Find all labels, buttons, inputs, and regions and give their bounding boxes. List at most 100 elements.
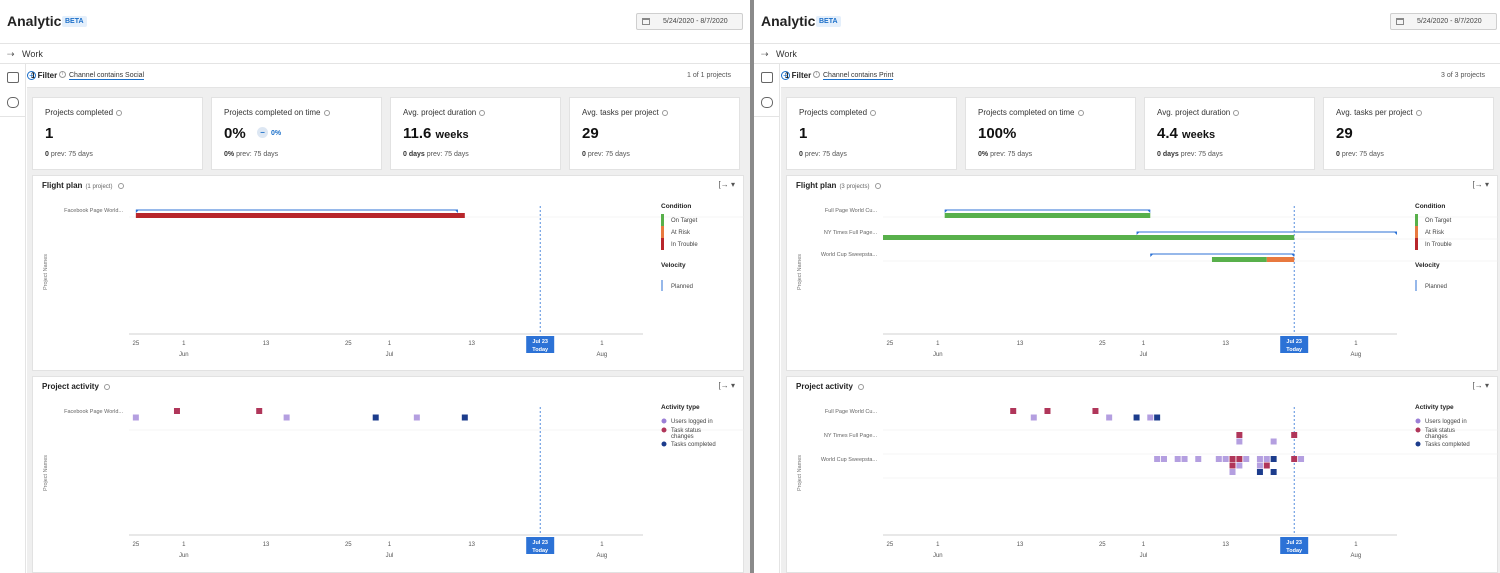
- card-value: 1: [799, 125, 808, 142]
- export-menu-icon[interactable]: [→ ▾: [1473, 381, 1489, 390]
- info-icon[interactable]: [870, 109, 877, 116]
- work-breadcrumb[interactable]: ⇢ Work: [754, 45, 1500, 64]
- activity-point: [1106, 414, 1113, 421]
- activity-point: [1256, 462, 1263, 469]
- projects-shown: 3 of 3 projects: [1441, 72, 1485, 79]
- filter-chip[interactable]: Channel contains Social: [69, 72, 145, 80]
- legend-title: Activity type: [661, 404, 700, 411]
- activity-point: [132, 414, 139, 421]
- card-prev-value: 0: [1336, 151, 1340, 158]
- legend-swatch: [661, 226, 664, 238]
- legend-swatch: [661, 238, 664, 250]
- page-title: Analytics: [761, 13, 824, 29]
- card-avg-tasks: Avg. tasks per project 29 0 prev: 75 day…: [1323, 97, 1494, 170]
- card-projects-completed: Projects completed 1 0 prev: 75 days: [32, 97, 203, 170]
- card-prev-value: 0%: [224, 151, 235, 158]
- card-value: 0%: [224, 125, 246, 142]
- chat-icon[interactable]: [761, 72, 773, 83]
- info-icon[interactable]: [116, 109, 123, 116]
- card-prev-value: 0 days: [1157, 151, 1179, 158]
- info-icon[interactable]: [323, 109, 330, 116]
- x-month-label: Aug: [1351, 553, 1362, 559]
- activity-point: [1298, 456, 1305, 462]
- x-month-label: Jun: [933, 553, 943, 559]
- activity-point: [1160, 456, 1167, 462]
- activity-point: [256, 408, 263, 414]
- date-range-picker[interactable]: 5/24/2020 - 8/7/2020: [1390, 13, 1497, 30]
- flight-plan-title: Flight plan: [42, 181, 83, 190]
- x-month-label: Aug: [597, 352, 608, 358]
- info-icon[interactable]: [1233, 109, 1240, 116]
- x-tick-label: 1: [936, 542, 940, 548]
- card-label: Avg. tasks per project: [582, 108, 659, 117]
- info-icon[interactable]: [479, 109, 486, 116]
- people-icon[interactable]: [761, 97, 773, 108]
- planned-start-marker: [944, 210, 948, 213]
- x-month-label: Jul: [1140, 352, 1148, 358]
- project-name-label: Full Page World Cu...: [825, 409, 878, 415]
- flight-plan-chart: 25 1 Jun 13 25 1 Jul 13 1 Aug Jul 23 Today Project N…: [43, 203, 745, 358]
- export-menu-icon[interactable]: [→ ▾: [719, 180, 735, 189]
- legend-item: In Trouble: [1425, 242, 1452, 248]
- main-content: 1 Filter i Channel contains Social + 1 o…: [27, 64, 750, 573]
- activity-point: [1229, 469, 1236, 475]
- actual-bar: [1211, 257, 1267, 262]
- export-menu-icon[interactable]: [→ ▾: [719, 381, 735, 390]
- legend-swatch: [1415, 226, 1418, 238]
- x-month-label: Jul: [386, 352, 394, 358]
- info-icon[interactable]: [858, 383, 865, 390]
- card-delta: −0%: [257, 127, 281, 139]
- legend-item: Tasks completed: [1425, 442, 1470, 448]
- info-icon[interactable]: [104, 383, 111, 390]
- expand-arrow-icon: ⇢: [761, 49, 769, 59]
- card-prev-text: prev: 75 days: [1341, 151, 1384, 158]
- project-name-label: World Cup Sweepsta...: [821, 252, 878, 258]
- analytics-panel-right: Analytics BETA 5/24/2020 - 8/7/2020 ⇢ Wo…: [754, 0, 1500, 573]
- actual-bar: [135, 213, 465, 218]
- card-prev-text: prev: 75 days: [50, 151, 93, 158]
- info-icon[interactable]: i: [59, 71, 66, 78]
- card-avg-tasks: Avg. tasks per project 29 0 prev: 75 day…: [569, 97, 740, 170]
- planned-end-marker: [454, 210, 458, 213]
- info-icon[interactable]: [117, 182, 124, 189]
- work-breadcrumb[interactable]: ⇢ Work: [0, 45, 750, 64]
- activity-point: [1256, 469, 1263, 475]
- card-unit: weeks: [1182, 129, 1216, 141]
- calendar-icon: [642, 18, 650, 25]
- info-icon[interactable]: i: [813, 71, 820, 78]
- legend-title: Activity type: [1415, 404, 1454, 411]
- today-text-label: Today: [532, 347, 549, 353]
- info-icon[interactable]: [1415, 109, 1422, 116]
- x-tick-label: 13: [263, 341, 270, 347]
- card-prev-text: prev: 75 days: [236, 151, 279, 158]
- export-menu-icon[interactable]: [→ ▾: [1473, 180, 1489, 189]
- chat-icon[interactable]: [7, 72, 19, 83]
- flight-plan-title: Flight plan: [796, 181, 837, 190]
- actual-bar: [944, 213, 1151, 218]
- card-projects-on-time: Projects completed on time 0% −0% 0% pre…: [211, 97, 382, 170]
- date-range-picker[interactable]: 5/24/2020 - 8/7/2020: [636, 13, 743, 30]
- x-tick-label: 25: [345, 542, 352, 548]
- info-icon[interactable]: [874, 182, 881, 189]
- legend-swatch: [1415, 427, 1421, 433]
- add-filter-icon[interactable]: +: [781, 71, 790, 80]
- x-month-label: Aug: [1351, 352, 1362, 358]
- flight-plan-subtitle: (1 project): [85, 184, 113, 190]
- activity-point: [1236, 456, 1243, 462]
- card-value: 29: [1336, 125, 1353, 142]
- x-tick-label: 25: [133, 542, 140, 548]
- sidebar-divider: [754, 116, 780, 117]
- add-filter-icon[interactable]: +: [27, 71, 36, 80]
- info-icon[interactable]: [661, 109, 668, 116]
- filter-chip[interactable]: Channel contains Print: [823, 72, 894, 80]
- info-icon[interactable]: [1077, 109, 1084, 116]
- activity-point: [1154, 414, 1161, 421]
- card-delta-value: 0%: [271, 130, 282, 137]
- card-label: Avg. tasks per project: [1336, 108, 1413, 117]
- activity-point: [1229, 462, 1236, 469]
- today-date-label: Jul 23: [1286, 540, 1302, 546]
- people-icon[interactable]: [7, 97, 19, 108]
- legend-item: On Target: [1425, 218, 1452, 224]
- work-label: Work: [22, 49, 43, 59]
- card-avg-duration: Avg. project duration 4.4 weeks 0 days p…: [1144, 97, 1315, 170]
